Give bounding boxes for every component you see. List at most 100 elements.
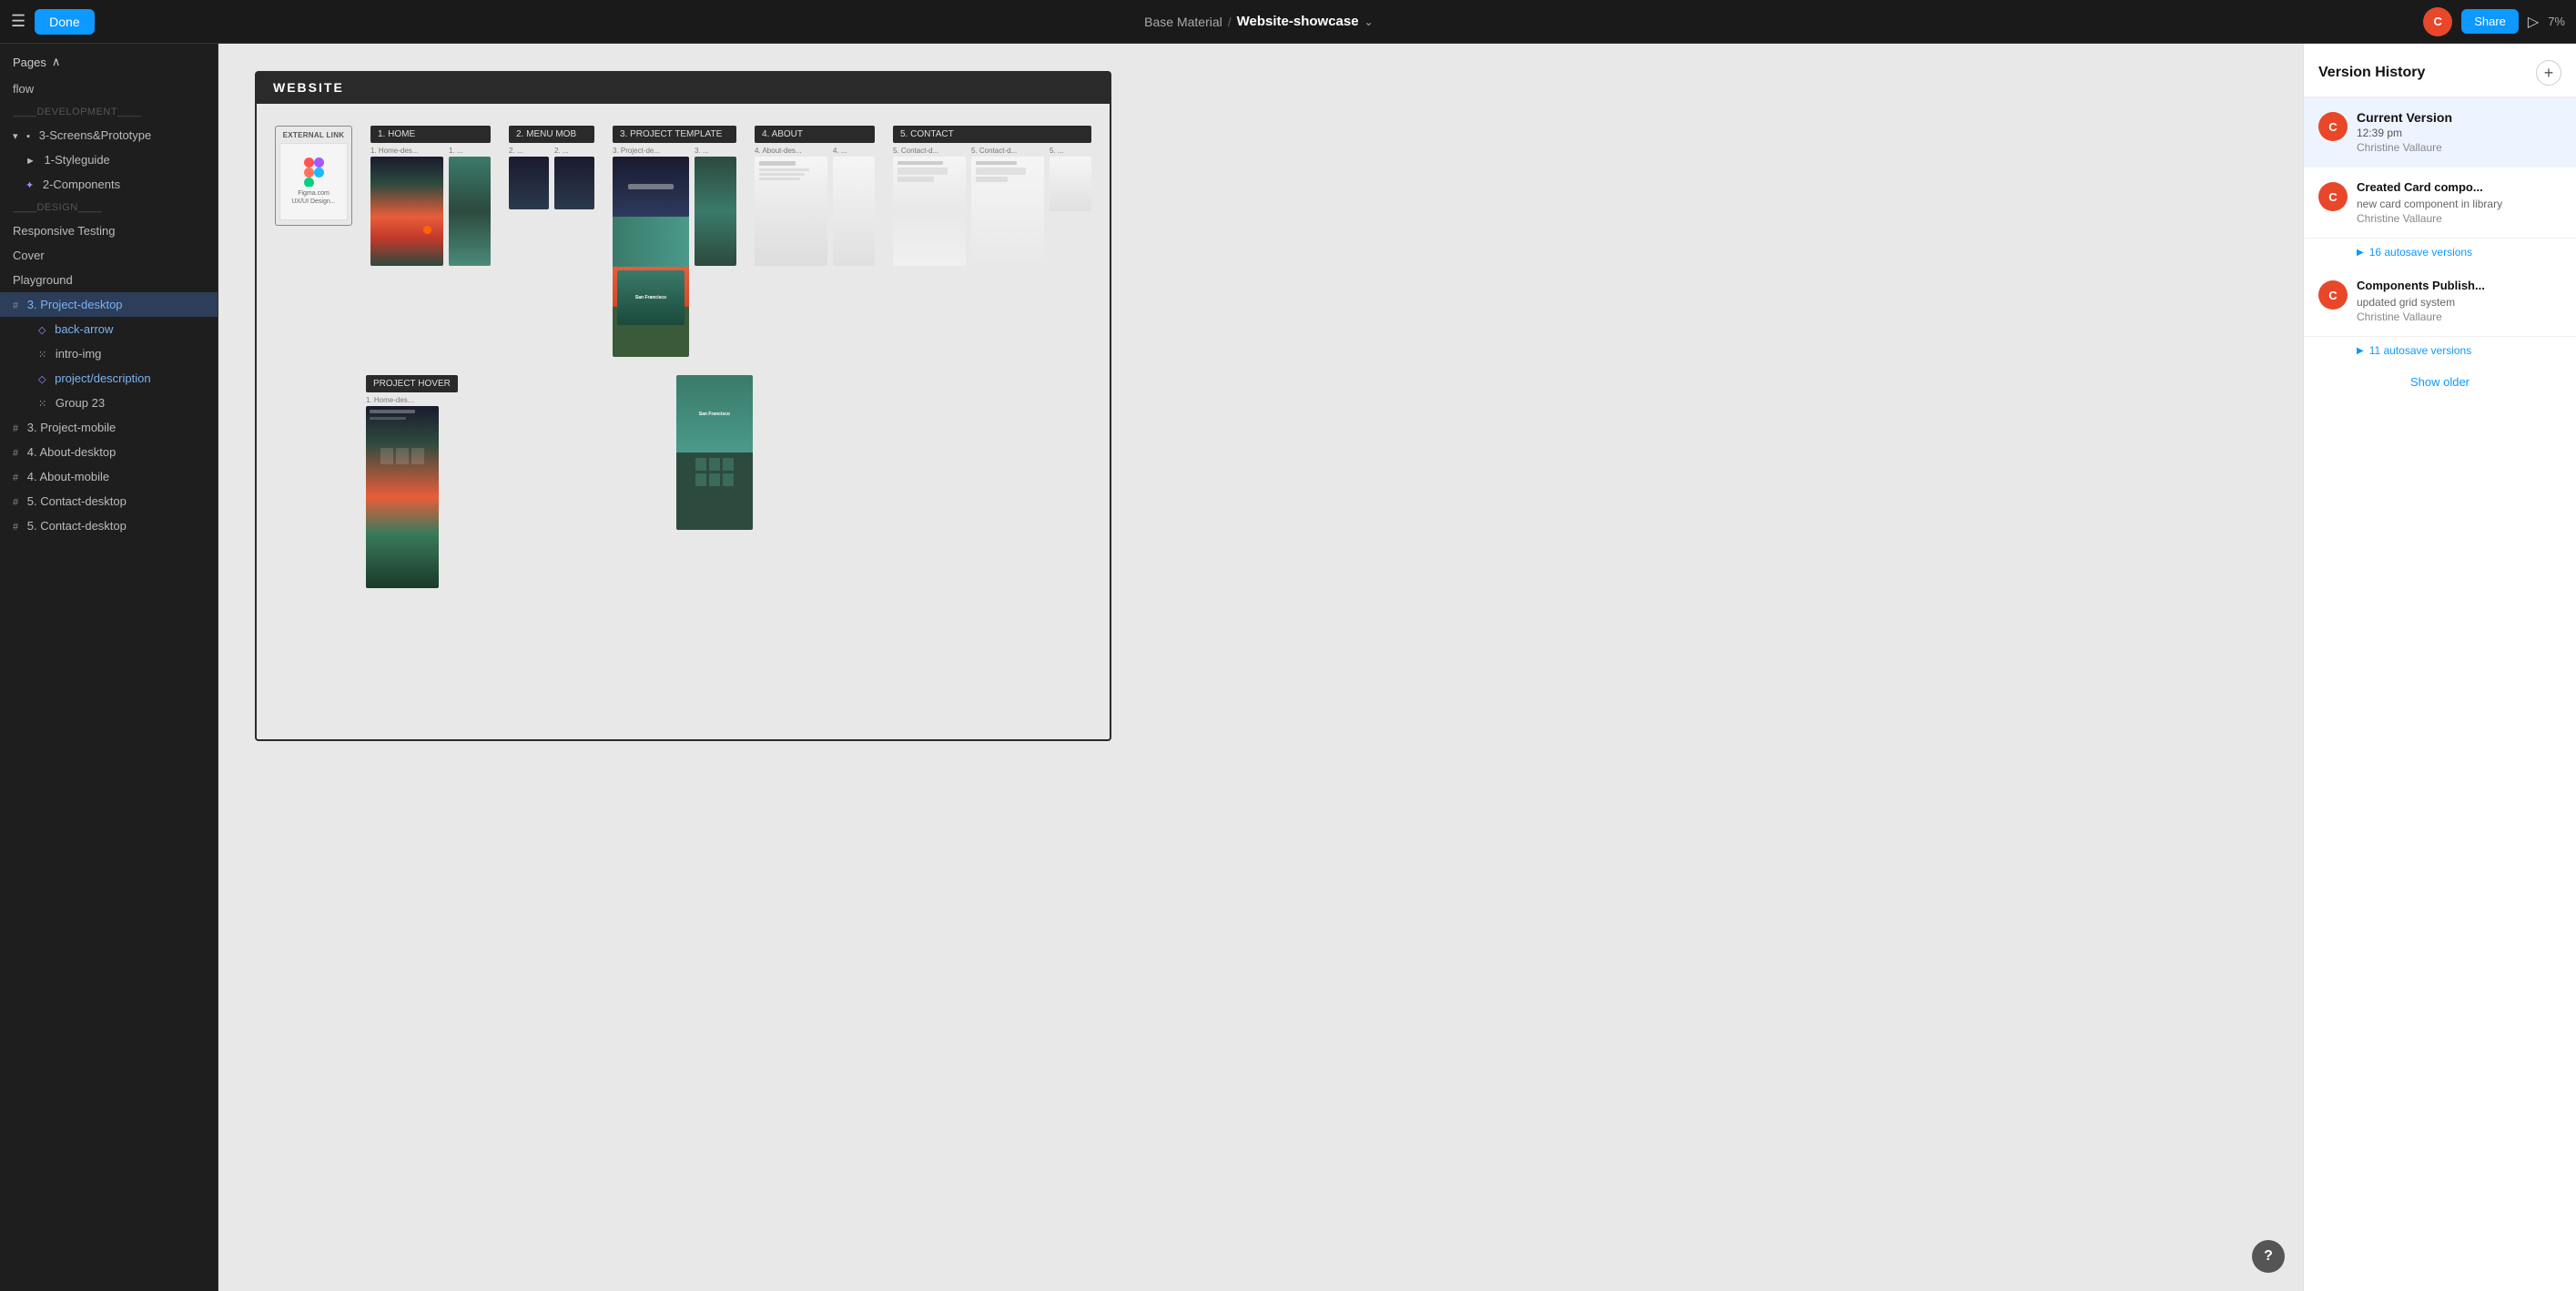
- project-hover-frame-1[interactable]: 1. Home-des...: [366, 396, 439, 588]
- grid-icon6: #: [13, 522, 18, 533]
- sidebar-item-label: intro-img: [56, 347, 102, 361]
- pages-header[interactable]: Pages ∧: [0, 44, 218, 76]
- sidebar-item-about-mobile[interactable]: # 4. About-mobile: [0, 464, 218, 489]
- menu-mob-frame-1[interactable]: 2. ...: [509, 147, 549, 209]
- version-entry-current-author: Christine Vallaure: [2357, 141, 2561, 154]
- version-entry-components-author: Christine Vallaure: [2357, 310, 2561, 323]
- external-link-label: EXTERNAL LINK: [283, 131, 345, 139]
- contact-section: 5. CONTACT 5. Contact-d...: [893, 126, 1091, 266]
- version-entry-current[interactable]: C Current Version 12:39 pm Christine Val…: [2304, 97, 2576, 168]
- grid-icon5: #: [13, 497, 18, 508]
- sidebar-item-label: 4. About-desktop: [27, 445, 117, 459]
- contact-frame-1-label: 5. Contact-d...: [893, 147, 966, 155]
- share-button[interactable]: Share: [2461, 9, 2519, 34]
- sidebar-item-label: 2-Components: [43, 178, 120, 191]
- sidebar-item-components[interactable]: ✦ 2-Components: [0, 172, 218, 197]
- website-label: WEBSITE: [255, 71, 1111, 104]
- sidebar-item-playground[interactable]: Playground: [0, 268, 218, 292]
- sidebar-item-label: 4. About-mobile: [27, 470, 109, 483]
- version-avatar-current: C: [2318, 112, 2348, 141]
- menu-mob-frame-1-body: [509, 157, 549, 209]
- version-history-title: Version History: [2318, 65, 2425, 81]
- project-scroll-frame[interactable]: San Francisco: [676, 375, 753, 530]
- sidebar-item-screens-prototype[interactable]: ▾ ▪ 3-Screens&Prototype: [0, 123, 218, 147]
- diamond-icon: ◇: [38, 325, 46, 336]
- menu-mob-frame-2-body: [554, 157, 594, 209]
- sidebar-item-cover[interactable]: Cover: [0, 243, 218, 268]
- contact-frame-1[interactable]: 5. Contact-d...: [893, 147, 966, 266]
- sidebar-item-group-23[interactable]: ⁙ Group 23: [0, 391, 218, 415]
- version-avatar-components: C: [2318, 280, 2348, 310]
- autosave-arrow-icon: ▶: [2357, 248, 2364, 258]
- home-frame-2[interactable]: 1. ...: [449, 147, 491, 266]
- sidebar-item-label: Responsive Testing: [13, 224, 116, 238]
- version-entry-current-time: 12:39 pm: [2357, 127, 2561, 139]
- contact-frame-3[interactable]: 5. ...: [1050, 147, 1091, 211]
- topbar-left: ☰ Done: [11, 9, 95, 35]
- play-icon[interactable]: ▷: [2528, 13, 2539, 31]
- pages-chevron-icon: ∧: [52, 55, 61, 69]
- show-older-button[interactable]: Show older: [2304, 364, 2576, 400]
- sidebar-item-contact-desktop[interactable]: # 5. Contact-desktop: [0, 489, 218, 513]
- canvas[interactable]: WEBSITE EXTERNAL LINK: [218, 44, 2303, 1291]
- done-button[interactable]: Done: [35, 9, 94, 35]
- autosave-toggle-16[interactable]: ▶ 16 autosave versions: [2304, 239, 2576, 266]
- sidebar-item-about-desktop[interactable]: # 4. About-desktop: [0, 440, 218, 464]
- sidebar-item-styleguide[interactable]: ► 1-Styleguide: [0, 147, 218, 172]
- grid-icon2: #: [13, 423, 18, 434]
- avatar: C: [2423, 7, 2452, 36]
- version-entry-components[interactable]: C Components Publish... updated grid sys…: [2304, 266, 2576, 337]
- sidebar-divider-development: ____DEVELOPMENT____: [0, 101, 218, 123]
- topbar-right: C Share ▷ 7%: [2423, 7, 2565, 36]
- about-frame-2[interactable]: 4. ...: [833, 147, 875, 266]
- sidebar-item-label: 3. Project-mobile: [27, 421, 117, 434]
- menu-mob-frame-2[interactable]: 2. ...: [554, 147, 594, 209]
- menu-icon[interactable]: ☰: [11, 12, 25, 31]
- project-template-frame-2-body: [695, 157, 736, 266]
- zoom-level[interactable]: 7%: [2548, 15, 2565, 28]
- sidebar-item-intro-img[interactable]: ⁙ intro-img: [0, 341, 218, 366]
- autosave-toggle-11[interactable]: ▶ 11 autosave versions: [2304, 337, 2576, 364]
- sidebar-item-label: Cover: [13, 249, 45, 262]
- project-template-frame-2[interactable]: 3. ...: [695, 147, 736, 266]
- version-entry-components-header: C Components Publish... updated grid sys…: [2318, 279, 2561, 323]
- sidebar-item-flow[interactable]: flow: [0, 76, 218, 101]
- version-entry-components-desc: updated grid system: [2357, 296, 2561, 309]
- contact-frame-1-body: [893, 157, 966, 266]
- contact-frame-2[interactable]: 5. Contact-d...: [971, 147, 1044, 266]
- about-section-label: 4. ABOUT: [755, 126, 875, 143]
- sidebar-item-project-desktop[interactable]: # 3. Project-desktop: [0, 292, 218, 317]
- main-layout: Pages ∧ flow ____DEVELOPMENT____ ▾ ▪ 3-S…: [0, 44, 2576, 1291]
- sidebar-item-back-arrow[interactable]: ◇ back-arrow: [0, 317, 218, 341]
- project-template-section: 3. PROJECT TEMPLATE 3. Project-de...: [613, 126, 736, 357]
- grid-dots-icon: ⁙: [38, 350, 46, 361]
- sidebar-item-responsive-testing[interactable]: Responsive Testing: [0, 219, 218, 243]
- sidebar-item-contact-desktop2[interactable]: # 5. Contact-desktop: [0, 513, 218, 538]
- topbar-center: Base Material / Website-showcase ⌄: [104, 14, 2415, 29]
- version-avatar-card: C: [2318, 182, 2348, 211]
- expanded-icon: ▾: [13, 131, 18, 142]
- autosave-count-11: 11 autosave versions: [2369, 344, 2472, 357]
- external-link-frame[interactable]: EXTERNAL LINK: [275, 126, 352, 226]
- contact-frame-3-body: [1050, 157, 1091, 211]
- menu-mob-section: 2. MENU MOB 2. ... 2. ...: [509, 126, 594, 209]
- sidebar-item-label: 3. Project-desktop: [27, 298, 123, 311]
- version-entry-card[interactable]: C Created Card compo... new card compone…: [2304, 168, 2576, 239]
- component-icon: ✦: [25, 180, 34, 191]
- about-frame-1-body: [755, 157, 827, 266]
- version-entry-card-body: Created Card compo... new card component…: [2357, 180, 2561, 225]
- breadcrumb-separator: /: [1228, 15, 1232, 29]
- sidebar-item-project-mobile[interactable]: # 3. Project-mobile: [0, 415, 218, 440]
- file-chevron-icon[interactable]: ⌄: [1364, 15, 1374, 28]
- help-button[interactable]: ?: [2252, 1240, 2285, 1273]
- version-entry-card-author: Christine Vallaure: [2357, 212, 2561, 225]
- version-history-add-button[interactable]: +: [2536, 60, 2561, 86]
- project-hover-section: PROJECT HOVER 1. Home-des...: [366, 375, 458, 588]
- version-entry-components-name: Components Publish...: [2357, 279, 2561, 292]
- home-frame-2-label: 1. ...: [449, 147, 491, 155]
- sidebar-item-project-description[interactable]: ◇ project/description: [0, 366, 218, 391]
- file-name[interactable]: Website-showcase: [1237, 14, 1359, 29]
- about-frame-1[interactable]: 4. About-des...: [755, 147, 827, 266]
- project-template-frame-1[interactable]: 3. Project-de...: [613, 147, 689, 357]
- home-frame-1[interactable]: 1. Home-des...: [370, 147, 443, 266]
